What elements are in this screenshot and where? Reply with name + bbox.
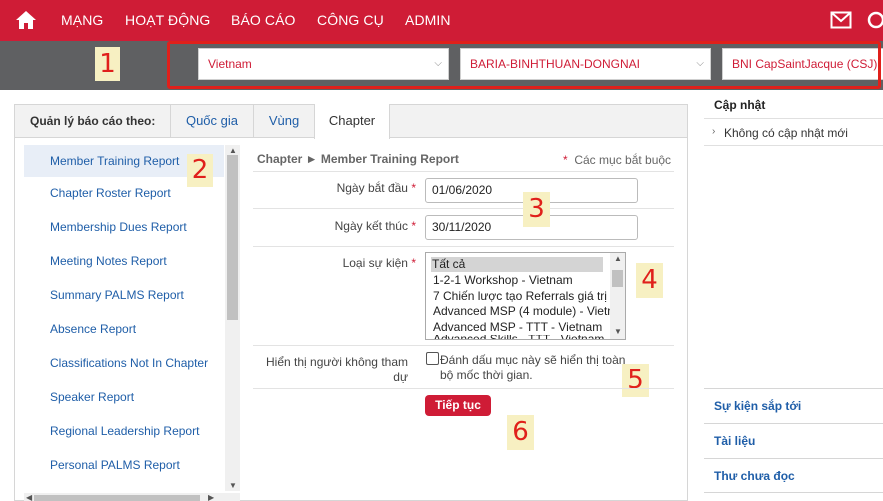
nav-item-network[interactable]: MẠNG bbox=[61, 12, 103, 28]
annotation-2: 2 bbox=[187, 154, 213, 187]
report-list: Member Training Report Chapter Roster Re… bbox=[24, 145, 224, 490]
top-nav: MẠNG HOẠT ĐỘNG BÁO CÁO CÔNG CỤ ADMIN bbox=[0, 0, 883, 41]
nav-item-tools[interactable]: CÔNG CỤ bbox=[317, 12, 384, 28]
scroll-right-icon[interactable]: ▶ bbox=[208, 493, 214, 501]
annotation-6: 6 bbox=[507, 415, 534, 450]
nav-item-activities[interactable]: HOẠT ĐỘNG bbox=[125, 12, 210, 28]
sidebar-section-upcoming-events[interactable]: Sự kiện sắp tới bbox=[704, 388, 883, 423]
end-date-label: Ngày kết thúc * bbox=[334, 219, 416, 233]
start-date-label-text: Ngày bắt đầu bbox=[336, 181, 408, 195]
start-date-label: Ngày bắt đầu * bbox=[336, 181, 416, 195]
envelope-icon[interactable] bbox=[830, 11, 852, 29]
annotation-3: 3 bbox=[523, 192, 550, 227]
annotation-box-1 bbox=[167, 41, 881, 89]
sidebar-section-unread-messages[interactable]: Thư chưa đọc bbox=[704, 458, 883, 493]
report-item-speaker[interactable]: Speaker Report bbox=[24, 381, 224, 413]
report-list-hscrollbar-thumb[interactable] bbox=[34, 495, 200, 501]
divider bbox=[253, 388, 674, 389]
tab-chapter[interactable]: Chapter bbox=[314, 104, 390, 139]
event-type-label-text: Loại sự kiện bbox=[342, 256, 408, 270]
divider bbox=[253, 345, 674, 346]
breadcrumb: Chapter ► Member Training Report bbox=[257, 152, 459, 166]
home-icon[interactable] bbox=[14, 9, 38, 31]
show-absent-hint: Đánh dấu mục này sẽ hiển thị toàn bộ mốc… bbox=[440, 353, 626, 382]
divider bbox=[253, 208, 674, 209]
chevron-right-icon: › bbox=[712, 126, 716, 137]
event-option[interactable]: Advanced MSP - TTT - Vietnam bbox=[433, 320, 613, 335]
continue-button[interactable]: Tiếp tục bbox=[425, 395, 491, 416]
tab-bar-label: Quản lý báo cáo theo: bbox=[30, 114, 156, 128]
report-item-summary-palms[interactable]: Summary PALMS Report bbox=[24, 279, 224, 311]
report-item-absence[interactable]: Absence Report bbox=[24, 313, 224, 345]
divider bbox=[253, 246, 674, 247]
search-icon[interactable] bbox=[866, 10, 883, 32]
event-type-label: Loại sự kiện * bbox=[342, 256, 416, 270]
divider bbox=[704, 145, 883, 146]
scroll-left-icon[interactable]: ◀ bbox=[26, 493, 32, 501]
report-list-scrollbar-thumb[interactable] bbox=[227, 155, 238, 320]
report-item-regional-leadership[interactable]: Regional Leadership Report bbox=[24, 415, 224, 447]
show-absent-checkbox[interactable] bbox=[426, 352, 439, 365]
divider bbox=[704, 118, 883, 119]
report-item-membership-dues[interactable]: Membership Dues Report bbox=[24, 211, 224, 243]
required-note-text: Các mục bắt buộc bbox=[574, 153, 672, 167]
report-item-classifications[interactable]: Classifications Not In Chapter bbox=[24, 347, 224, 379]
scroll-down-icon[interactable]: ▼ bbox=[614, 327, 622, 336]
report-item-meeting-notes[interactable]: Meeting Notes Report bbox=[24, 245, 224, 277]
required-note: * Các mục bắt buộc bbox=[563, 153, 672, 167]
nav-item-reports[interactable]: BÁO CÁO bbox=[231, 12, 296, 28]
scroll-up-icon[interactable]: ▲ bbox=[614, 254, 622, 263]
annotation-1: 1 bbox=[95, 47, 120, 81]
annotation-4: 4 bbox=[636, 263, 663, 298]
show-absent-label: Hiển thị người không tham dự bbox=[266, 355, 408, 384]
nav-item-admin[interactable]: ADMIN bbox=[405, 12, 451, 28]
tab-country[interactable]: Quốc gia bbox=[170, 104, 253, 138]
end-date-label-text: Ngày kết thúc bbox=[334, 219, 408, 233]
no-updates-text: Không có cập nhật mới bbox=[724, 126, 848, 140]
event-option-all[interactable]: Tất cả bbox=[431, 257, 603, 272]
event-option[interactable]: Advanced MSP (4 module) - Vietnam bbox=[433, 304, 613, 319]
annotation-5: 5 bbox=[622, 364, 649, 397]
sidebar-section-documents[interactable]: Tài liệu bbox=[704, 423, 883, 458]
updates-title: Cập nhật bbox=[714, 98, 766, 112]
event-option[interactable]: 7 Chiến lược tạo Referrals giá trị bbox=[433, 289, 613, 304]
scroll-up-icon[interactable]: ▲ bbox=[229, 146, 237, 155]
tab-region[interactable]: Vùng bbox=[253, 104, 314, 138]
event-option[interactable]: 1-2-1 Workshop - Vietnam bbox=[433, 273, 613, 288]
divider bbox=[253, 171, 674, 172]
event-listbox-scrollbar-thumb[interactable] bbox=[612, 270, 623, 287]
scroll-down-icon[interactable]: ▼ bbox=[229, 481, 237, 490]
event-option[interactable]: Advanced Skills - TTT - Vietnam bbox=[433, 335, 613, 339]
report-item-personal-palms[interactable]: Personal PALMS Report bbox=[24, 449, 224, 481]
